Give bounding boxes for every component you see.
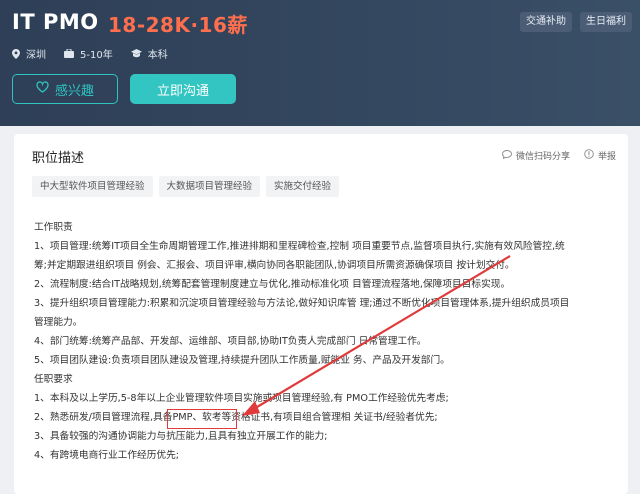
card-actions: 微信扫码分享 举报: [502, 149, 616, 162]
description-line: 管理能力。: [34, 317, 83, 328]
skill-tag: 中大型软件项目管理经验: [32, 176, 153, 197]
description-line: 工作职责: [34, 222, 73, 233]
location-text: 深圳: [26, 50, 46, 61]
description-line: 筹;并定期跟进组织项目 例会、汇报会、项目评审,横向协同各职能团队,协调项目所需…: [34, 260, 515, 271]
salary-range: 18-28K·16薪: [108, 13, 248, 37]
wechat-share-label: 微信扫码分享: [515, 152, 570, 162]
skill-tag: 实施交付经验: [266, 176, 340, 197]
description-line: 5、项目团队建设:负责项目团队建设及管理,持续提升团队工作质量,赋能业 务、产品…: [34, 355, 450, 366]
interest-button[interactable]: 感兴趣: [12, 74, 118, 104]
description-line: 任职要求: [34, 374, 73, 385]
chat-bubble-icon: [502, 149, 512, 162]
report-label: 举报: [597, 152, 616, 162]
location-info: 深圳: [12, 46, 46, 61]
wechat-share-link[interactable]: 微信扫码分享: [502, 149, 570, 162]
briefcase-icon: [64, 49, 74, 58]
perk-list: 交通补助 生日福利: [520, 12, 632, 32]
heart-icon: [36, 81, 49, 97]
description-line: 3、具备较强的沟通协调能力与抗压能力,且具有独立开展工作的能力;: [34, 431, 328, 442]
job-title: IT PMO: [12, 10, 99, 34]
description-line: 1、本科及以上学历,5-8年以上企业管理软件项目实施或项目管理经验,有 PMO工…: [34, 393, 449, 404]
description-line: 1、项目管理:统筹IT项目全生命周期管理工作,推进排期和里程碑检查,控制 项目重…: [34, 241, 565, 252]
job-meta: 深圳 5-10年 本科: [12, 46, 168, 61]
chat-now-button[interactable]: 立即沟通: [130, 74, 236, 104]
skill-tags: 中大型软件项目管理经验 大数据项目管理经验 实施交付经验: [32, 176, 340, 197]
education-info: 本科: [130, 46, 168, 61]
graduation-cap-icon: [130, 49, 142, 58]
description-line: 2、熟悉研发/项目管理流程,具备PMP、软考等资格证书,有项目组合管理相 关证书…: [34, 412, 438, 423]
interest-label: 感兴趣: [54, 83, 94, 99]
skill-tag: 大数据项目管理经验: [158, 176, 261, 197]
job-description-card: 职位描述 微信扫码分享 举报 中大型软件项目管理经验 大数据项目管理经验 实施交…: [14, 134, 628, 494]
perk-tag: 交通补助: [520, 12, 572, 32]
description-line: 3、提升组织项目管理能力:积累和沉淀项目管理经验与方法论,做好知识库管 理;通过…: [34, 298, 570, 309]
annotation-highlight-box: [167, 409, 237, 429]
education-text: 本科: [147, 50, 168, 61]
experience-info: 5-10年: [64, 46, 113, 61]
experience-text: 5-10年: [80, 50, 113, 61]
description-line: 4、部门统筹:统筹产品部、开发部、运维部、项目部,协助IT负责人完成部门 日常管…: [34, 336, 427, 347]
description-body: 工作职责 1、项目管理:统筹IT项目全生命周期管理工作,推进排期和里程碑检查,控…: [34, 218, 630, 465]
location-pin-icon: [12, 48, 20, 59]
job-header: IT PMO 18-28K·16薪 交通补助 生日福利 深圳 5-10年 本科: [0, 0, 640, 126]
section-title: 职位描述: [32, 151, 85, 166]
description-line: 2、流程制度:结合IT战略规划,统筹配套管理制度建立与优化,推动标准化项 目管理…: [34, 279, 511, 290]
description-line: 4、有跨境电商行业工作经历优先;: [34, 450, 180, 461]
warning-icon: [584, 149, 594, 162]
perk-tag: 生日福利: [580, 12, 632, 32]
report-link[interactable]: 举报: [584, 149, 616, 162]
